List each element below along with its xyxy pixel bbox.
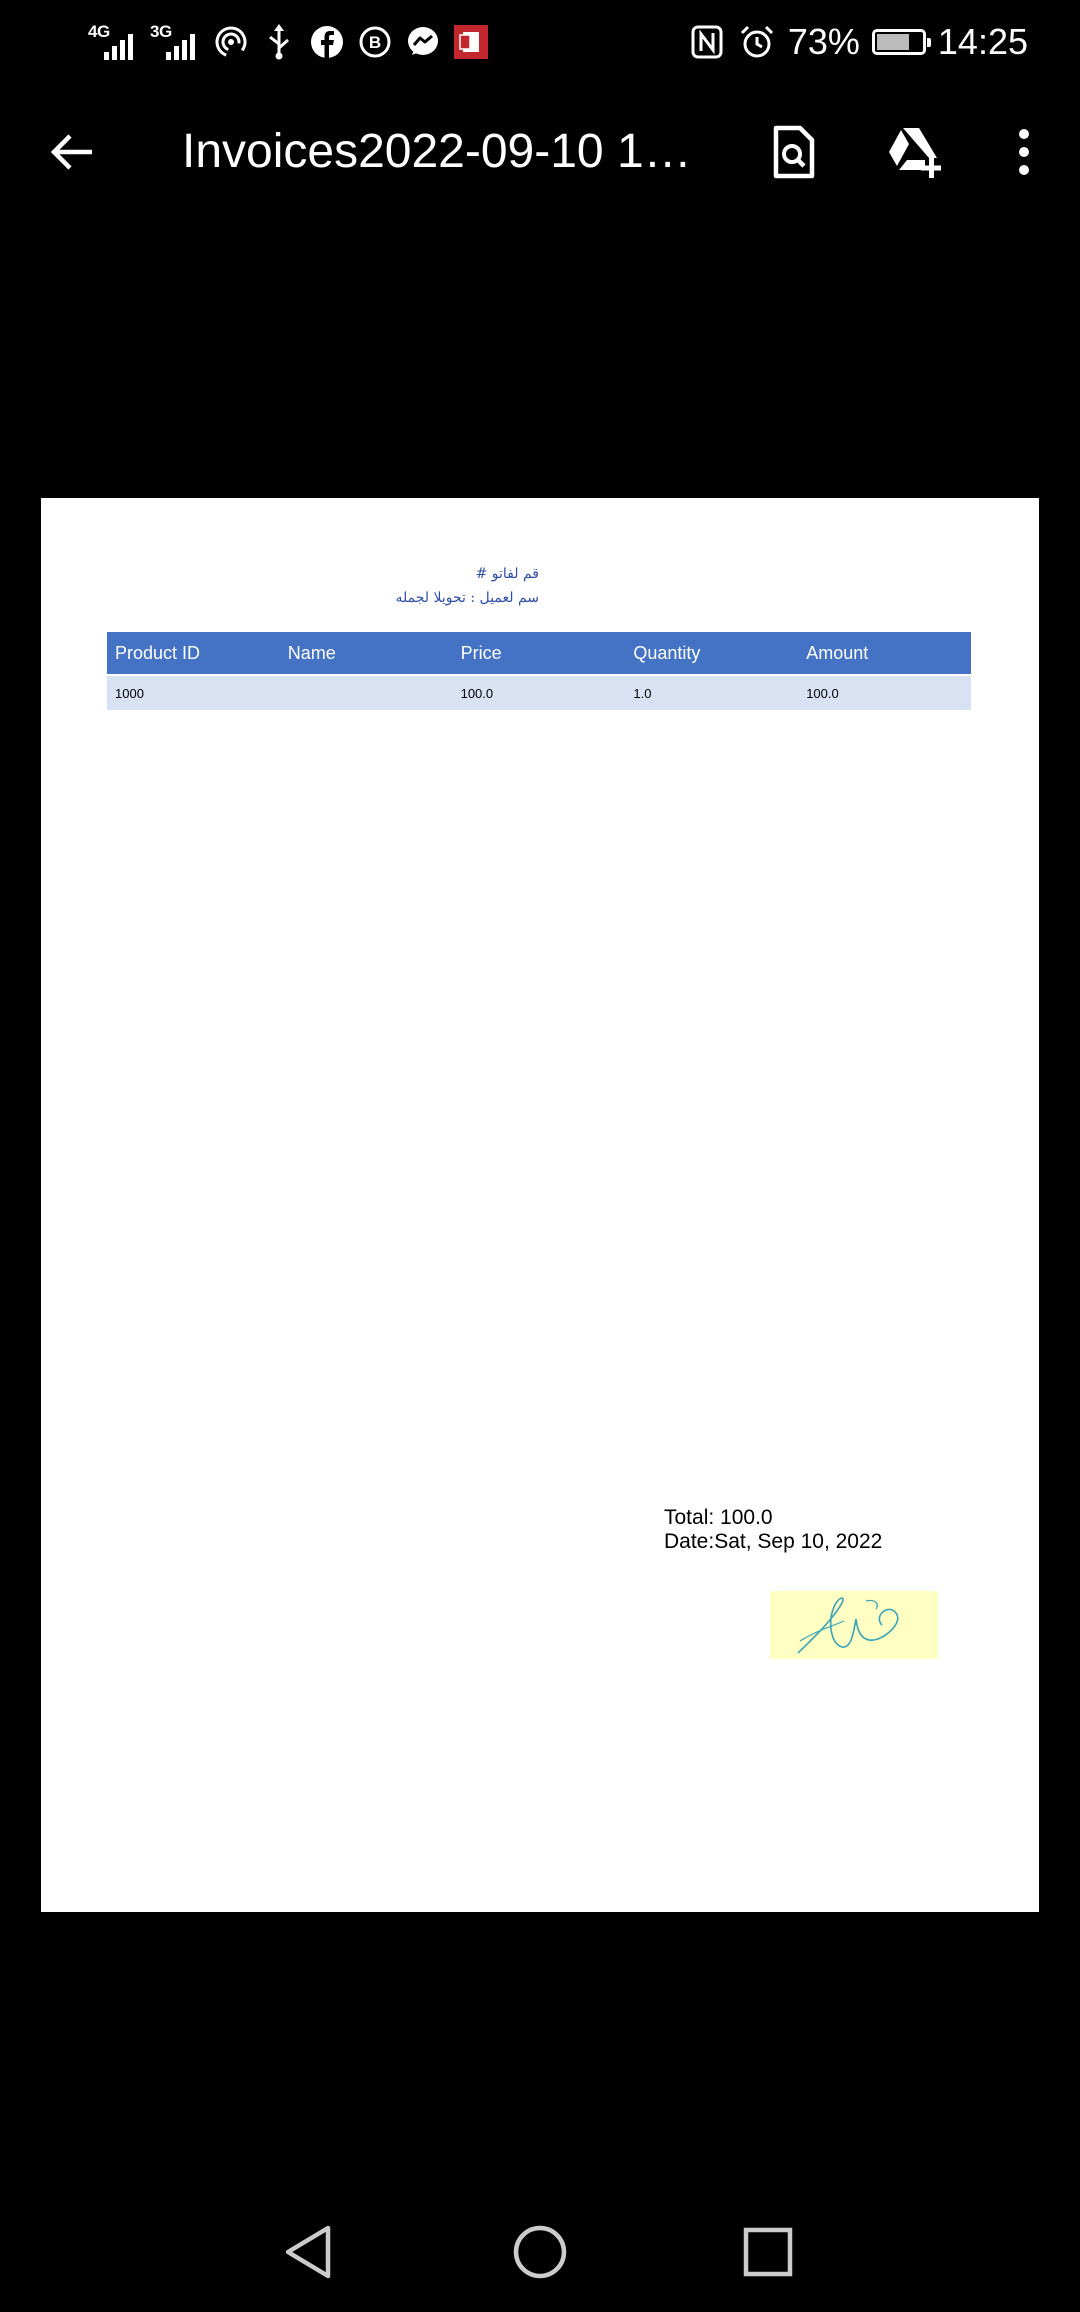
column-header-product-id: Product ID <box>107 632 280 676</box>
date-line: Date:Sat, Sep 10, 2022 <box>664 1530 883 1553</box>
search-document-button[interactable] <box>754 112 834 192</box>
invoice-table: Product ID Name Price Quantity Amount 10… <box>107 632 971 710</box>
status-time: 14:25 <box>937 21 1028 62</box>
column-header-quantity: Quantity <box>625 632 799 676</box>
more-options-button[interactable] <box>984 112 1064 192</box>
home-circle-icon <box>513 2225 567 2279</box>
customer-name-label: سم لعميل : تحويلا لجمله <box>395 590 539 606</box>
more-options-icon <box>1019 129 1029 175</box>
cell-amount: 100.0 <box>798 675 971 710</box>
invoice-number-label: قم لفاتو # <box>475 566 539 582</box>
document-page: قم لفاتو # سم لعميل : تحويلا لجمله Produ… <box>41 498 1039 1912</box>
battery-percent: 73% <box>787 21 860 62</box>
table-row: 1000 100.0 1.0 100.0 <box>107 675 971 710</box>
messenger-icon <box>404 23 442 61</box>
signature-scribble <box>797 1597 899 1654</box>
battery-icon <box>871 29 931 55</box>
usb-icon <box>260 23 298 61</box>
add-to-drive-button[interactable] <box>876 112 956 192</box>
column-header-price: Price <box>452 632 626 676</box>
totals-block: Total: 100.0 Date:Sat, Sep 10, 2022 <box>664 1506 882 1554</box>
cell-price: 100.0 <box>452 675 626 710</box>
signature-image <box>770 1591 938 1659</box>
office-icon <box>452 23 490 61</box>
signal-4g-icon: 4G <box>88 20 140 64</box>
alarm-icon <box>738 23 776 61</box>
back-triangle-icon <box>285 2225 331 2279</box>
signal-3g-icon: 3G <box>150 20 202 64</box>
facebook-icon <box>308 23 346 61</box>
navigation-bar <box>0 2192 1080 2312</box>
battery-level <box>876 34 910 50</box>
nav-home-button[interactable] <box>510 2222 570 2282</box>
cell-name <box>279 675 453 710</box>
column-header-name: Name <box>279 632 453 676</box>
nav-back-button[interactable] <box>278 2222 338 2282</box>
status-left-icons: 4G 3G B <box>88 18 490 66</box>
total-line: Total: 100.0 <box>664 1506 773 1529</box>
search-document-icon <box>773 125 815 179</box>
add-to-drive-icon <box>889 128 941 178</box>
app-bar: Invoices2022-09-10 14:... <box>0 84 1080 220</box>
cell-quantity: 1.0 <box>625 675 799 710</box>
status-right-icons: 73% 14:25 <box>688 14 1028 70</box>
table-header-row: Product ID Name Price Quantity Amount <box>107 632 971 676</box>
column-header-amount: Amount <box>798 632 971 676</box>
recents-square-icon <box>743 2227 793 2277</box>
cell-product-id: 1000 <box>107 675 280 710</box>
document-title: Invoices2022-09-10 14:... <box>182 125 712 178</box>
nav-recents-button[interactable] <box>738 2222 798 2282</box>
svg-text:B: B <box>369 33 381 52</box>
back-button[interactable] <box>32 112 112 192</box>
hotspot-icon <box>212 23 250 61</box>
business-icon: B <box>356 23 394 61</box>
nfc-icon <box>688 23 726 61</box>
back-arrow-icon <box>50 134 92 170</box>
status-bar: 4G 3G B 73% 14:25 <box>0 0 1080 84</box>
